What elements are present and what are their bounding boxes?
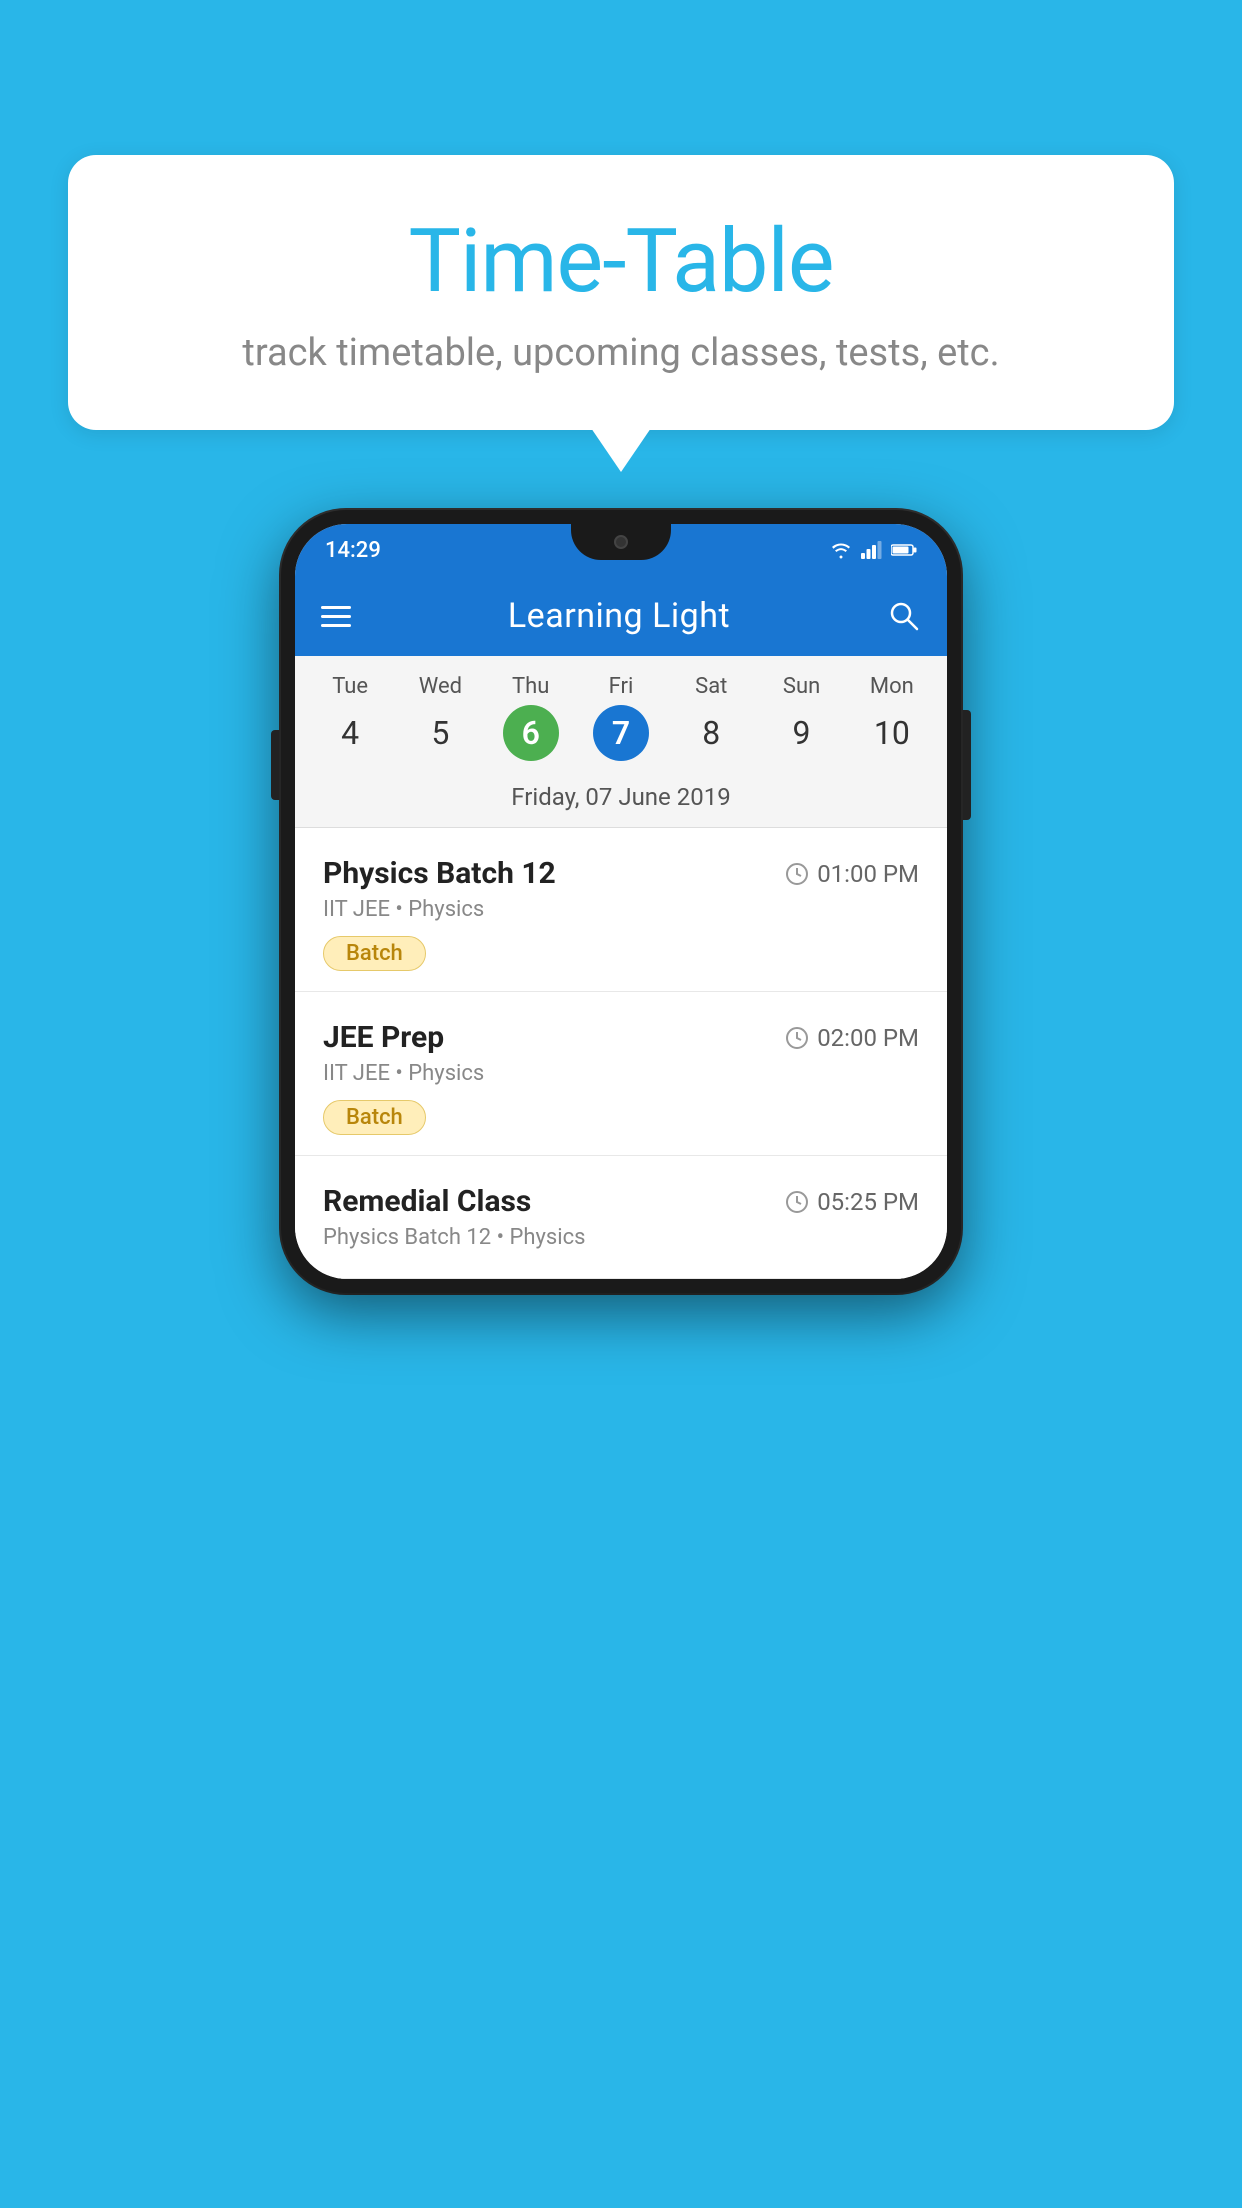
schedule-item-time: 05:25 PM: [785, 1188, 919, 1216]
calendar-day-7[interactable]: Fri 7: [582, 674, 660, 761]
schedule-item-header: JEE Prep 02:00 PM: [323, 1020, 919, 1055]
day-number: 8: [683, 705, 739, 761]
speech-bubble: Time-Table track timetable, upcoming cla…: [68, 155, 1174, 430]
feature-subtitle: track timetable, upcoming classes, tests…: [128, 331, 1114, 375]
day-number: 7: [593, 705, 649, 761]
day-label: Sun: [783, 674, 820, 699]
day-label: Fri: [609, 674, 634, 699]
calendar-strip: Tue 4 Wed 5 Thu 6 Fri 7 Sat 8 Sun 9 Mon 10 Friday, 07…: [295, 656, 947, 828]
clock-icon: [785, 1190, 809, 1214]
batch-badge: Batch: [323, 936, 426, 971]
schedule-item[interactable]: JEE Prep 02:00 PM IIT JEE • Physics Batch: [295, 992, 947, 1156]
calendar-day-10[interactable]: Mon 10: [853, 674, 931, 761]
notch: [571, 524, 671, 560]
phone-screen: 14:29: [295, 524, 947, 1279]
schedule-item-time: 02:00 PM: [785, 1024, 919, 1052]
status-time: 14:29: [325, 538, 381, 563]
schedule-item-subtitle: Physics Batch 12 • Physics: [323, 1225, 919, 1250]
schedule-item[interactable]: Physics Batch 12 01:00 PM IIT JEE • Physic…: [295, 828, 947, 992]
signal-icon: [861, 541, 883, 559]
wifi-icon: [829, 541, 853, 559]
batch-badge: Batch: [323, 1100, 426, 1135]
camera: [614, 535, 628, 549]
schedule-item-subtitle: IIT JEE • Physics: [323, 897, 919, 922]
calendar-day-8[interactable]: Sat 8: [672, 674, 750, 761]
day-number: 5: [412, 705, 468, 761]
schedule-item-header: Physics Batch 12 01:00 PM: [323, 856, 919, 891]
schedule-item-time: 01:00 PM: [785, 860, 919, 888]
day-label: Mon: [870, 674, 914, 699]
app-bar: Learning Light: [295, 576, 947, 656]
search-icon[interactable]: [887, 599, 921, 633]
calendar-day-6[interactable]: Thu 6: [492, 674, 570, 761]
schedule-item-title: Remedial Class: [323, 1184, 531, 1219]
selected-date: Friday, 07 June 2019: [295, 769, 947, 828]
phone-frame: 14:29: [281, 510, 961, 1293]
schedule-item-header: Remedial Class 05:25 PM: [323, 1184, 919, 1219]
day-number: 6: [503, 705, 559, 761]
schedule-item-title: Physics Batch 12: [323, 856, 556, 891]
day-label: Thu: [512, 674, 549, 699]
menu-button[interactable]: [321, 606, 351, 627]
clock-icon: [785, 1026, 809, 1050]
schedule-item-subtitle: IIT JEE • Physics: [323, 1061, 919, 1086]
status-bar: 14:29: [295, 524, 947, 576]
day-label: Tue: [332, 674, 368, 699]
schedule-item[interactable]: Remedial Class 05:25 PM Physics Batch 12 •…: [295, 1156, 947, 1279]
day-label: Sat: [695, 674, 727, 699]
clock-icon: [785, 862, 809, 886]
day-number: 4: [322, 705, 378, 761]
feature-title: Time-Table: [128, 210, 1114, 313]
day-number: 10: [864, 705, 920, 761]
schedule-item-title: JEE Prep: [323, 1020, 444, 1055]
calendar-day-9[interactable]: Sun 9: [763, 674, 841, 761]
battery-icon: [891, 543, 917, 557]
calendar-day-5[interactable]: Wed 5: [401, 674, 479, 761]
status-icons: [829, 541, 917, 559]
app-title: Learning Light: [508, 596, 730, 636]
day-number: 9: [774, 705, 830, 761]
phone-mockup: 14:29: [281, 510, 961, 1293]
intro-card: Time-Table track timetable, upcoming cla…: [68, 155, 1174, 430]
calendar-day-4[interactable]: Tue 4: [311, 674, 389, 761]
day-label: Wed: [419, 674, 462, 699]
schedule-list: Physics Batch 12 01:00 PM IIT JEE • Physic…: [295, 828, 947, 1279]
days-row: Tue 4 Wed 5 Thu 6 Fri 7 Sat 8 Sun 9 Mon 10: [295, 674, 947, 761]
